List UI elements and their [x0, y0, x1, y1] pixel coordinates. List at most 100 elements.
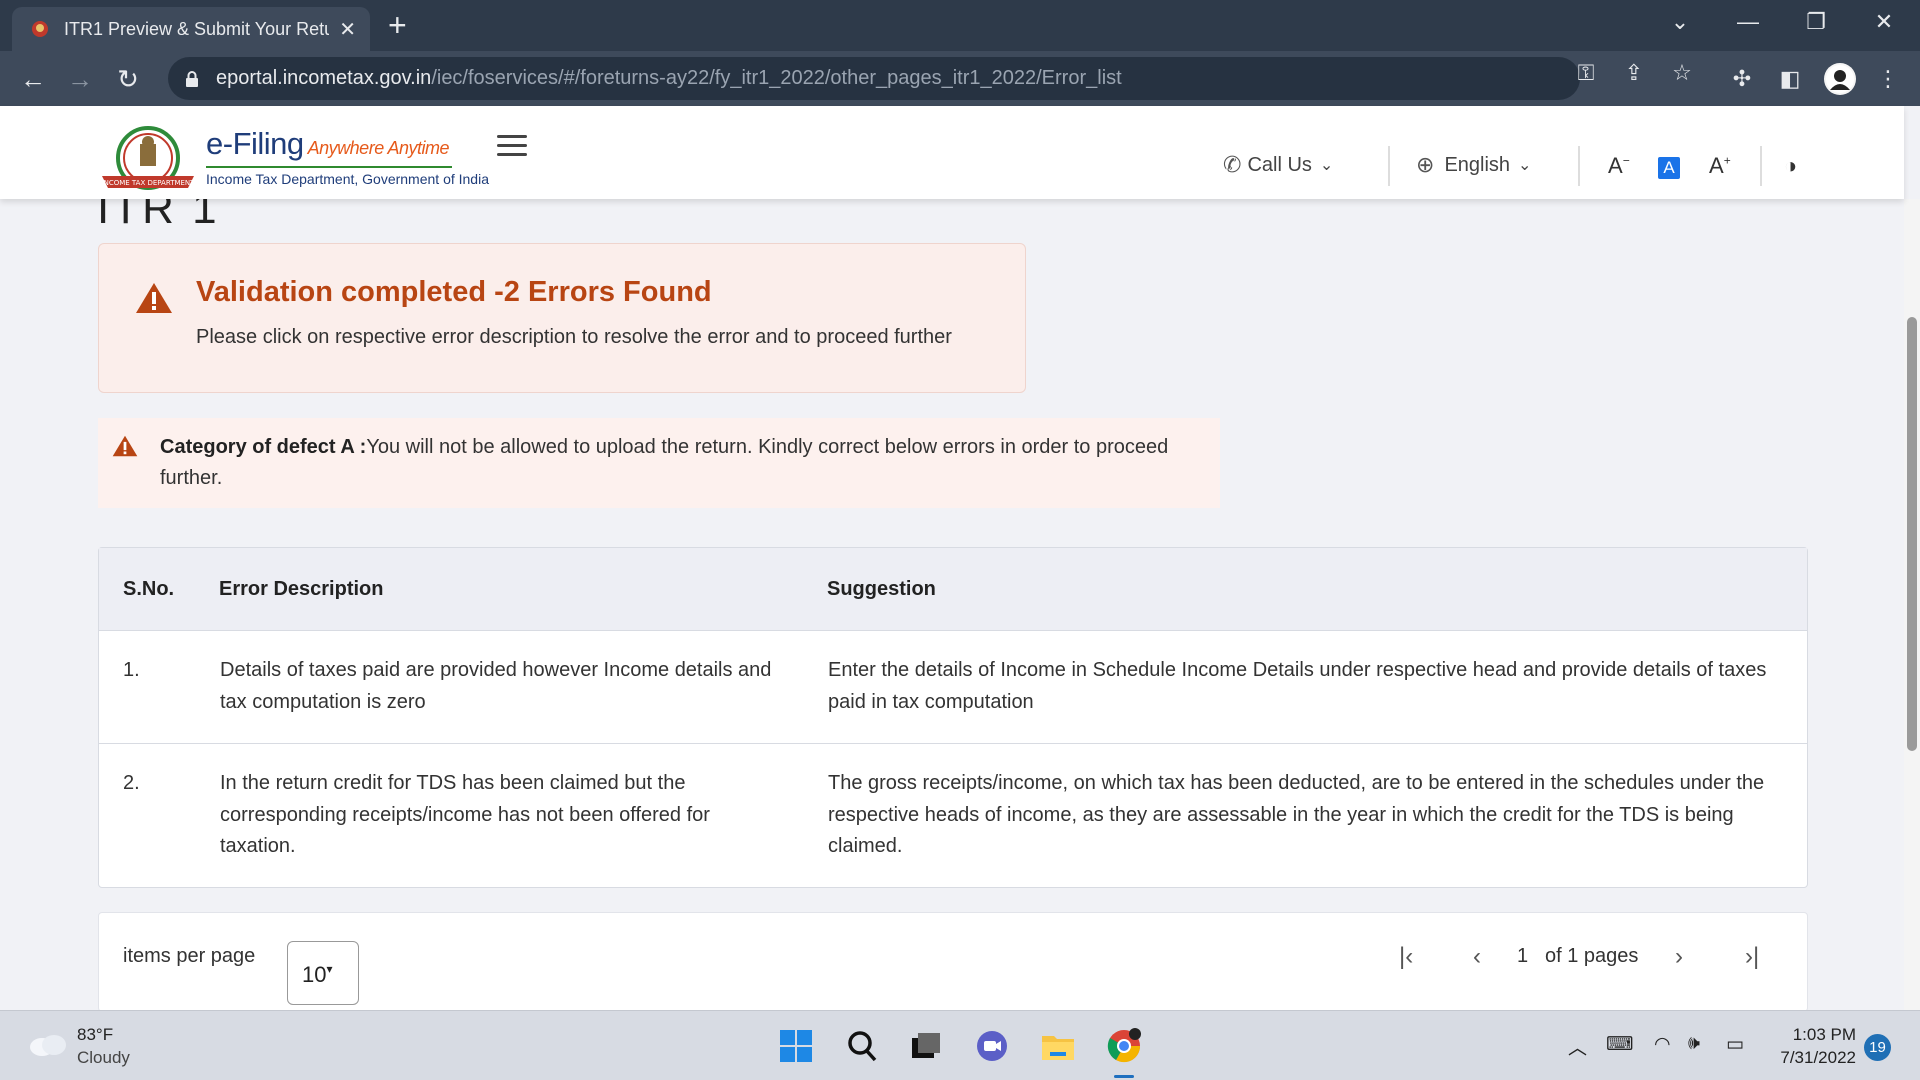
column-header-error-description: Error Description: [219, 578, 384, 600]
wifi-icon[interactable]: ◠: [1654, 1033, 1671, 1056]
font-decrease-button[interactable]: A−: [1608, 153, 1630, 179]
browser-tab[interactable]: ITR1 Preview & Submit Your Retu ✕: [12, 7, 370, 51]
cloud-icon[interactable]: [28, 1031, 68, 1057]
font-increase-label: A: [1709, 153, 1724, 178]
current-page-number: 1: [1517, 945, 1529, 967]
side-panel-icon[interactable]: ◧: [1774, 63, 1806, 95]
row-sno: 2.: [123, 772, 140, 794]
site-header: INCOME TAX DEPARTMENT e-Filing Anywhere A…: [0, 106, 1904, 199]
share-icon[interactable]: ⇪: [1620, 59, 1648, 87]
income-tax-emblem-icon: INCOME TAX DEPARTMENT: [102, 126, 196, 190]
windows-start-icon[interactable]: [775, 1025, 817, 1067]
profile-avatar[interactable]: [1824, 63, 1856, 95]
tax-favicon-icon: [32, 21, 48, 37]
items-per-page-label: items per page: [123, 945, 256, 967]
keyboard-icon[interactable]: ⌨: [1606, 1033, 1633, 1056]
minimize-icon[interactable]: —: [1718, 0, 1778, 44]
next-page-icon[interactable]: ›: [1675, 943, 1683, 971]
language-label: English: [1444, 153, 1511, 176]
forward-icon[interactable]: →: [62, 61, 98, 97]
browser-toolbar: ← → ↻ eportal.incometax.gov.in/iec/foser…: [0, 51, 1920, 106]
font-increase-button[interactable]: A+: [1709, 153, 1731, 179]
browser-menu-icon[interactable]: ⋮: [1872, 63, 1904, 95]
show-hidden-icons-icon[interactable]: ︿: [1568, 1033, 1587, 1060]
clock-date: 7/31/2022: [1780, 1048, 1856, 1067]
active-app-indicator: [1114, 1075, 1134, 1078]
font-normal-button[interactable]: A: [1658, 157, 1680, 179]
taskbar-clock[interactable]: 1:03 PM 7/31/2022: [1766, 1023, 1856, 1069]
defect-category-text: Category of defect A :You will not be al…: [160, 432, 1200, 494]
caret-down-icon: ▾: [326, 962, 333, 976]
column-header-suggestion: Suggestion: [827, 578, 936, 600]
pagination-bar: items per page 10▾ |‹ ‹ 1 of 1 pages › ›…: [98, 912, 1808, 1012]
error-table: S.No. Error Description Suggestion 1. De…: [98, 547, 1808, 888]
svg-text:INCOME TAX DEPARTMENT: INCOME TAX DEPARTMENT: [102, 179, 196, 187]
hamburger-menu-icon[interactable]: [497, 135, 527, 157]
call-us-dropdown[interactable]: ✆ Call Us ⌄: [1223, 152, 1333, 178]
validation-summary-title: Validation completed -2 Errors Found: [196, 276, 712, 308]
table-row[interactable]: 1. Details of taxes paid are provided ho…: [99, 631, 1807, 744]
logo-tagline: Anywhere Anytime: [307, 138, 450, 158]
chrome-icon[interactable]: [1103, 1025, 1145, 1067]
chevron-down-icon: ⌄: [1319, 157, 1334, 174]
volume-icon[interactable]: 🕪: [1688, 1033, 1700, 1055]
row-sno: 1.: [123, 659, 140, 681]
error-description-link[interactable]: Details of taxes paid are provided howev…: [220, 655, 790, 718]
call-us-label: Call Us: [1247, 153, 1312, 176]
tab-search-icon[interactable]: ⌄: [1650, 0, 1710, 44]
scrollbar-thumb[interactable]: [1907, 317, 1917, 751]
logo-underline: [206, 166, 452, 168]
reload-icon[interactable]: ↻: [110, 61, 146, 97]
weather-temperature[interactable]: 83°F: [77, 1025, 113, 1045]
notification-badge[interactable]: 19: [1864, 1034, 1891, 1061]
password-key-icon[interactable]: ⚿: [1572, 59, 1600, 87]
language-dropdown[interactable]: ⊕ English ⌄: [1416, 152, 1531, 178]
url-path: /iec/foservices/#/foreturns-ay22/fy_itr1…: [431, 67, 1122, 89]
file-explorer-icon[interactable]: [1037, 1025, 1079, 1067]
phone-icon: ✆: [1223, 152, 1242, 177]
table-row[interactable]: 2. In the return credit for TDS has been…: [99, 744, 1807, 888]
tab-close-icon[interactable]: ✕: [339, 17, 356, 42]
validation-summary-card: Validation completed -2 Errors Found Ple…: [98, 243, 1026, 393]
efiling-logo-title[interactable]: e-Filing Anywhere Anytime: [206, 126, 450, 162]
windows-taskbar: 83°F Cloudy ︿ ⌨ ◠ 🕪 ▭ 1:03 PM 7/31/2022 …: [0, 1010, 1920, 1080]
url-host: eportal.incometax.gov.in: [216, 67, 432, 89]
header-divider: [1760, 146, 1762, 186]
first-page-icon[interactable]: |‹: [1399, 943, 1413, 971]
clock-time: 1:03 PM: [1792, 1025, 1856, 1044]
font-normal-label: A: [1663, 158, 1675, 177]
warning-icon: [136, 283, 172, 313]
error-table-header: S.No. Error Description Suggestion: [99, 548, 1807, 631]
row-suggestion: Enter the details of Income in Schedule …: [828, 659, 1767, 713]
search-icon[interactable]: [841, 1025, 883, 1067]
task-view-icon[interactable]: [905, 1025, 947, 1067]
page-count-text: of 1 pages: [1545, 945, 1639, 967]
header-divider: [1388, 146, 1390, 186]
teams-chat-icon[interactable]: [971, 1025, 1013, 1067]
new-tab-icon[interactable]: +: [388, 8, 407, 42]
tab-title: ITR1 Preview & Submit Your Retu: [64, 18, 330, 39]
font-decrease-label: A: [1608, 153, 1623, 178]
logo-title-text: e-Filing: [206, 126, 304, 161]
back-icon[interactable]: ←: [15, 61, 51, 97]
warning-icon: [112, 435, 138, 457]
contrast-toggle-icon[interactable]: ◑: [1784, 153, 1797, 179]
weather-description[interactable]: Cloudy: [77, 1048, 130, 1068]
items-per-page-select[interactable]: 10▾: [287, 941, 359, 1005]
lock-icon: [186, 70, 198, 87]
previous-page-icon[interactable]: ‹: [1473, 943, 1481, 971]
address-bar[interactable]: eportal.incometax.gov.in/iec/foservices/…: [168, 57, 1580, 100]
restore-icon[interactable]: ❐: [1786, 0, 1846, 44]
battery-icon[interactable]: ▭: [1726, 1033, 1744, 1056]
validation-summary-subtitle: Please click on respective error descrip…: [196, 326, 952, 348]
column-header-sno: S.No.: [123, 578, 175, 600]
row-suggestion: The gross receipts/income, on which tax …: [828, 772, 1765, 857]
defect-category-label: Category of defect A :: [160, 436, 367, 458]
bookmark-star-icon[interactable]: ☆: [1668, 59, 1696, 87]
window-close-icon[interactable]: ✕: [1854, 0, 1914, 44]
extensions-icon[interactable]: ✣: [1726, 63, 1758, 95]
last-page-icon[interactable]: ›|: [1745, 943, 1759, 971]
error-description-link[interactable]: In the return credit for TDS has been cl…: [220, 768, 790, 863]
page-scrollbar[interactable]: [1904, 199, 1920, 1010]
profile-avatar-icon: [1826, 65, 1854, 93]
